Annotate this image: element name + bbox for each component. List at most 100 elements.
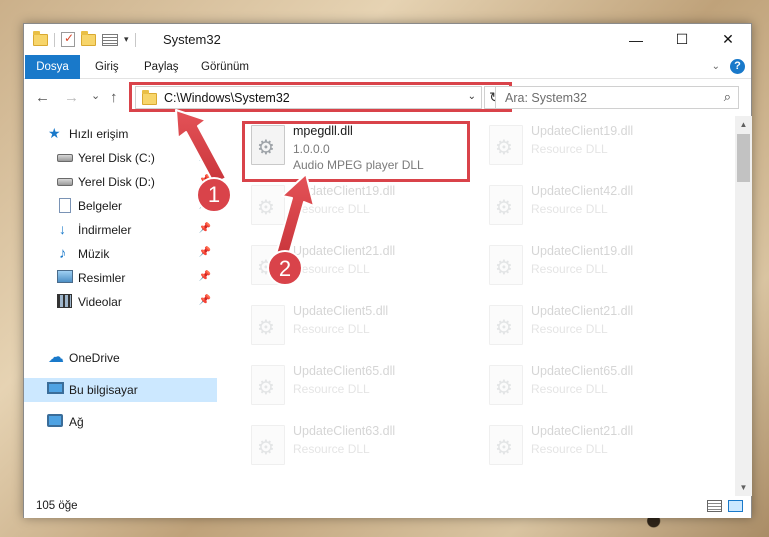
file-description: Resource DLL: [293, 202, 370, 216]
up-button[interactable]: ↑: [110, 89, 118, 106]
item-count: 105 öğe: [36, 500, 78, 512]
pin-icon[interactable]: 📌: [199, 223, 211, 234]
pin-icon[interactable]: 📌: [199, 295, 211, 306]
file-description: Resource DLL: [531, 262, 608, 276]
download-arrow-icon: ↓: [59, 221, 66, 237]
drive-icon: [57, 154, 73, 162]
sidebar-item-music[interactable]: ♪ Müzik 📌: [24, 242, 217, 266]
file-name: UpdateClient21.dll: [531, 424, 634, 438]
recent-locations-button[interactable]: ⌄: [91, 89, 100, 102]
file-name: UpdateClient63.dll: [293, 424, 396, 438]
file-name: UpdateClient19.dll: [531, 124, 634, 138]
view-switcher: [707, 500, 743, 512]
sidebar-item-label: Yerel Disk (C:): [78, 151, 155, 165]
pin-icon[interactable]: 📌: [199, 199, 211, 210]
quick-access-toolbar: ▾: [33, 30, 136, 47]
file-tile[interactable]: UpdateClient21.dll Resource DLL: [244, 236, 470, 294]
sidebar-item-label: Ağ: [69, 415, 84, 429]
file-name: UpdateClient21.dll: [293, 244, 396, 258]
file-description: Resource DLL: [293, 382, 370, 396]
tab-view[interactable]: Görünüm: [190, 55, 260, 79]
sidebar-item-label: Videolar: [78, 295, 122, 309]
scroll-down-arrow-icon[interactable]: ▼: [735, 479, 752, 496]
large-icons-view-icon[interactable]: [728, 500, 743, 512]
sidebar-item-label: İndirmeler: [78, 223, 132, 237]
file-tile[interactable]: UpdateClient63.dll Resource DLL: [244, 416, 470, 474]
file-tile[interactable]: UpdateClient65.dll Resource DLL: [482, 356, 708, 414]
file-description: Resource DLL: [531, 202, 608, 216]
pin-icon[interactable]: 📌: [199, 247, 211, 258]
pin-icon[interactable]: 📌: [199, 271, 211, 282]
sidebar-item-local-disk-c[interactable]: Yerel Disk (C:) 📌: [24, 146, 217, 170]
window-title: System32: [163, 32, 221, 47]
sidebar-item-downloads[interactable]: ↓ İndirmeler 📌: [24, 218, 217, 242]
sidebar-item-network[interactable]: Ağ: [24, 410, 217, 434]
view-options-icon[interactable]: [102, 33, 118, 46]
drive-icon: [57, 178, 73, 186]
address-highlight-box: [129, 82, 512, 112]
file-tile[interactable]: UpdateClient21.dll Resource DLL: [482, 296, 708, 354]
file-description: Resource DLL: [531, 322, 608, 336]
file-tile[interactable]: UpdateClient5.dll Resource DLL: [244, 296, 470, 354]
search-box[interactable]: Ara: System32 ⌕: [495, 86, 739, 109]
tab-home[interactable]: Giriş: [84, 55, 130, 79]
file-tile[interactable]: UpdateClient65.dll Resource DLL: [244, 356, 470, 414]
back-button[interactable]: ←: [35, 89, 50, 106]
file-tile[interactable]: UpdateClient19.dll Resource DLL: [482, 236, 708, 294]
vertical-scrollbar[interactable]: ▲ ▼: [735, 116, 752, 496]
pin-icon[interactable]: 📌: [199, 151, 211, 162]
file-name: UpdateClient19.dll: [531, 244, 634, 258]
sidebar-item-local-disk-d[interactable]: Yerel Disk (D:) 📌: [24, 170, 217, 194]
search-icon[interactable]: ⌕: [724, 89, 731, 105]
maximize-button[interactable]: ☐: [659, 24, 705, 55]
sidebar-item-label: Bu bilgisayar: [69, 383, 138, 397]
file-tile[interactable]: UpdateClient42.dll Resource DLL: [482, 176, 708, 234]
ribbon-right: ⌄ ?: [712, 59, 745, 74]
file-tile[interactable]: UpdateClient19.dll Resource DLL: [244, 176, 470, 234]
separator: [54, 32, 55, 47]
search-placeholder: Ara: System32: [505, 91, 587, 105]
sidebar-item-label: Belgeler: [78, 199, 123, 213]
folder-icon: [33, 30, 48, 46]
file-description: Resource DLL: [531, 142, 608, 156]
help-icon[interactable]: ?: [730, 59, 745, 74]
cloud-icon: ☁: [48, 349, 64, 366]
sidebar-item-label: OneDrive: [69, 351, 120, 365]
file-name: UpdateClient65.dll: [293, 364, 396, 378]
scroll-thumb[interactable]: [737, 134, 750, 182]
file-tile[interactable]: UpdateClient19.dll Resource DLL: [482, 116, 708, 174]
forward-button[interactable]: →: [64, 89, 79, 106]
file-highlight-box: [242, 121, 470, 182]
file-name: UpdateClient42.dll: [531, 184, 634, 198]
sidebar-item-videos[interactable]: Videolar 📌: [24, 290, 217, 314]
expand-ribbon-chevron-icon[interactable]: ⌄: [712, 61, 720, 72]
dll-file-icon: [251, 185, 285, 225]
sidebar-item-onedrive[interactable]: ☁ OneDrive: [24, 346, 217, 370]
dll-file-icon: [251, 305, 285, 345]
computer-icon: [47, 382, 64, 394]
sidebar-item-label: Yerel Disk (D:): [78, 175, 155, 189]
separator: [134, 32, 136, 47]
properties-check-icon[interactable]: [61, 31, 75, 47]
dll-file-icon: [251, 425, 285, 465]
customize-toolbar-chevron-icon[interactable]: ▾: [124, 34, 129, 45]
file-description: Resource DLL: [531, 442, 608, 456]
tab-share[interactable]: Paylaş: [133, 55, 190, 79]
explorer-window: ▾ System32 — ☐ ✕ Dosya Giriş Paylaş Görü…: [23, 23, 752, 518]
music-note-icon: ♪: [59, 245, 67, 262]
sidebar-item-documents[interactable]: Belgeler 📌: [24, 194, 217, 218]
sidebar-item-this-pc[interactable]: Bu bilgisayar: [24, 378, 217, 402]
minimize-button[interactable]: —: [613, 24, 659, 55]
pin-icon[interactable]: 📌: [199, 175, 211, 186]
navigation-pane: ★ Hızlı erişim Yerel Disk (C:) 📌 Yerel D…: [24, 116, 217, 496]
details-view-icon[interactable]: [707, 500, 722, 512]
film-strip-icon: [57, 294, 72, 308]
scroll-up-arrow-icon[interactable]: ▲: [735, 116, 752, 133]
sidebar-item-pictures[interactable]: Resimler 📌: [24, 266, 217, 290]
new-folder-icon[interactable]: [81, 30, 96, 46]
dll-file-icon: [251, 245, 285, 285]
sidebar-item-quick-access[interactable]: ★ Hızlı erişim: [24, 122, 217, 146]
navigation-bar: ← → ⌄ ↑ C:\Windows\System32 ⌄ ↻ Ara: Sys…: [24, 79, 751, 116]
file-tile[interactable]: UpdateClient21.dll Resource DLL: [482, 416, 708, 474]
close-button[interactable]: ✕: [705, 24, 751, 55]
